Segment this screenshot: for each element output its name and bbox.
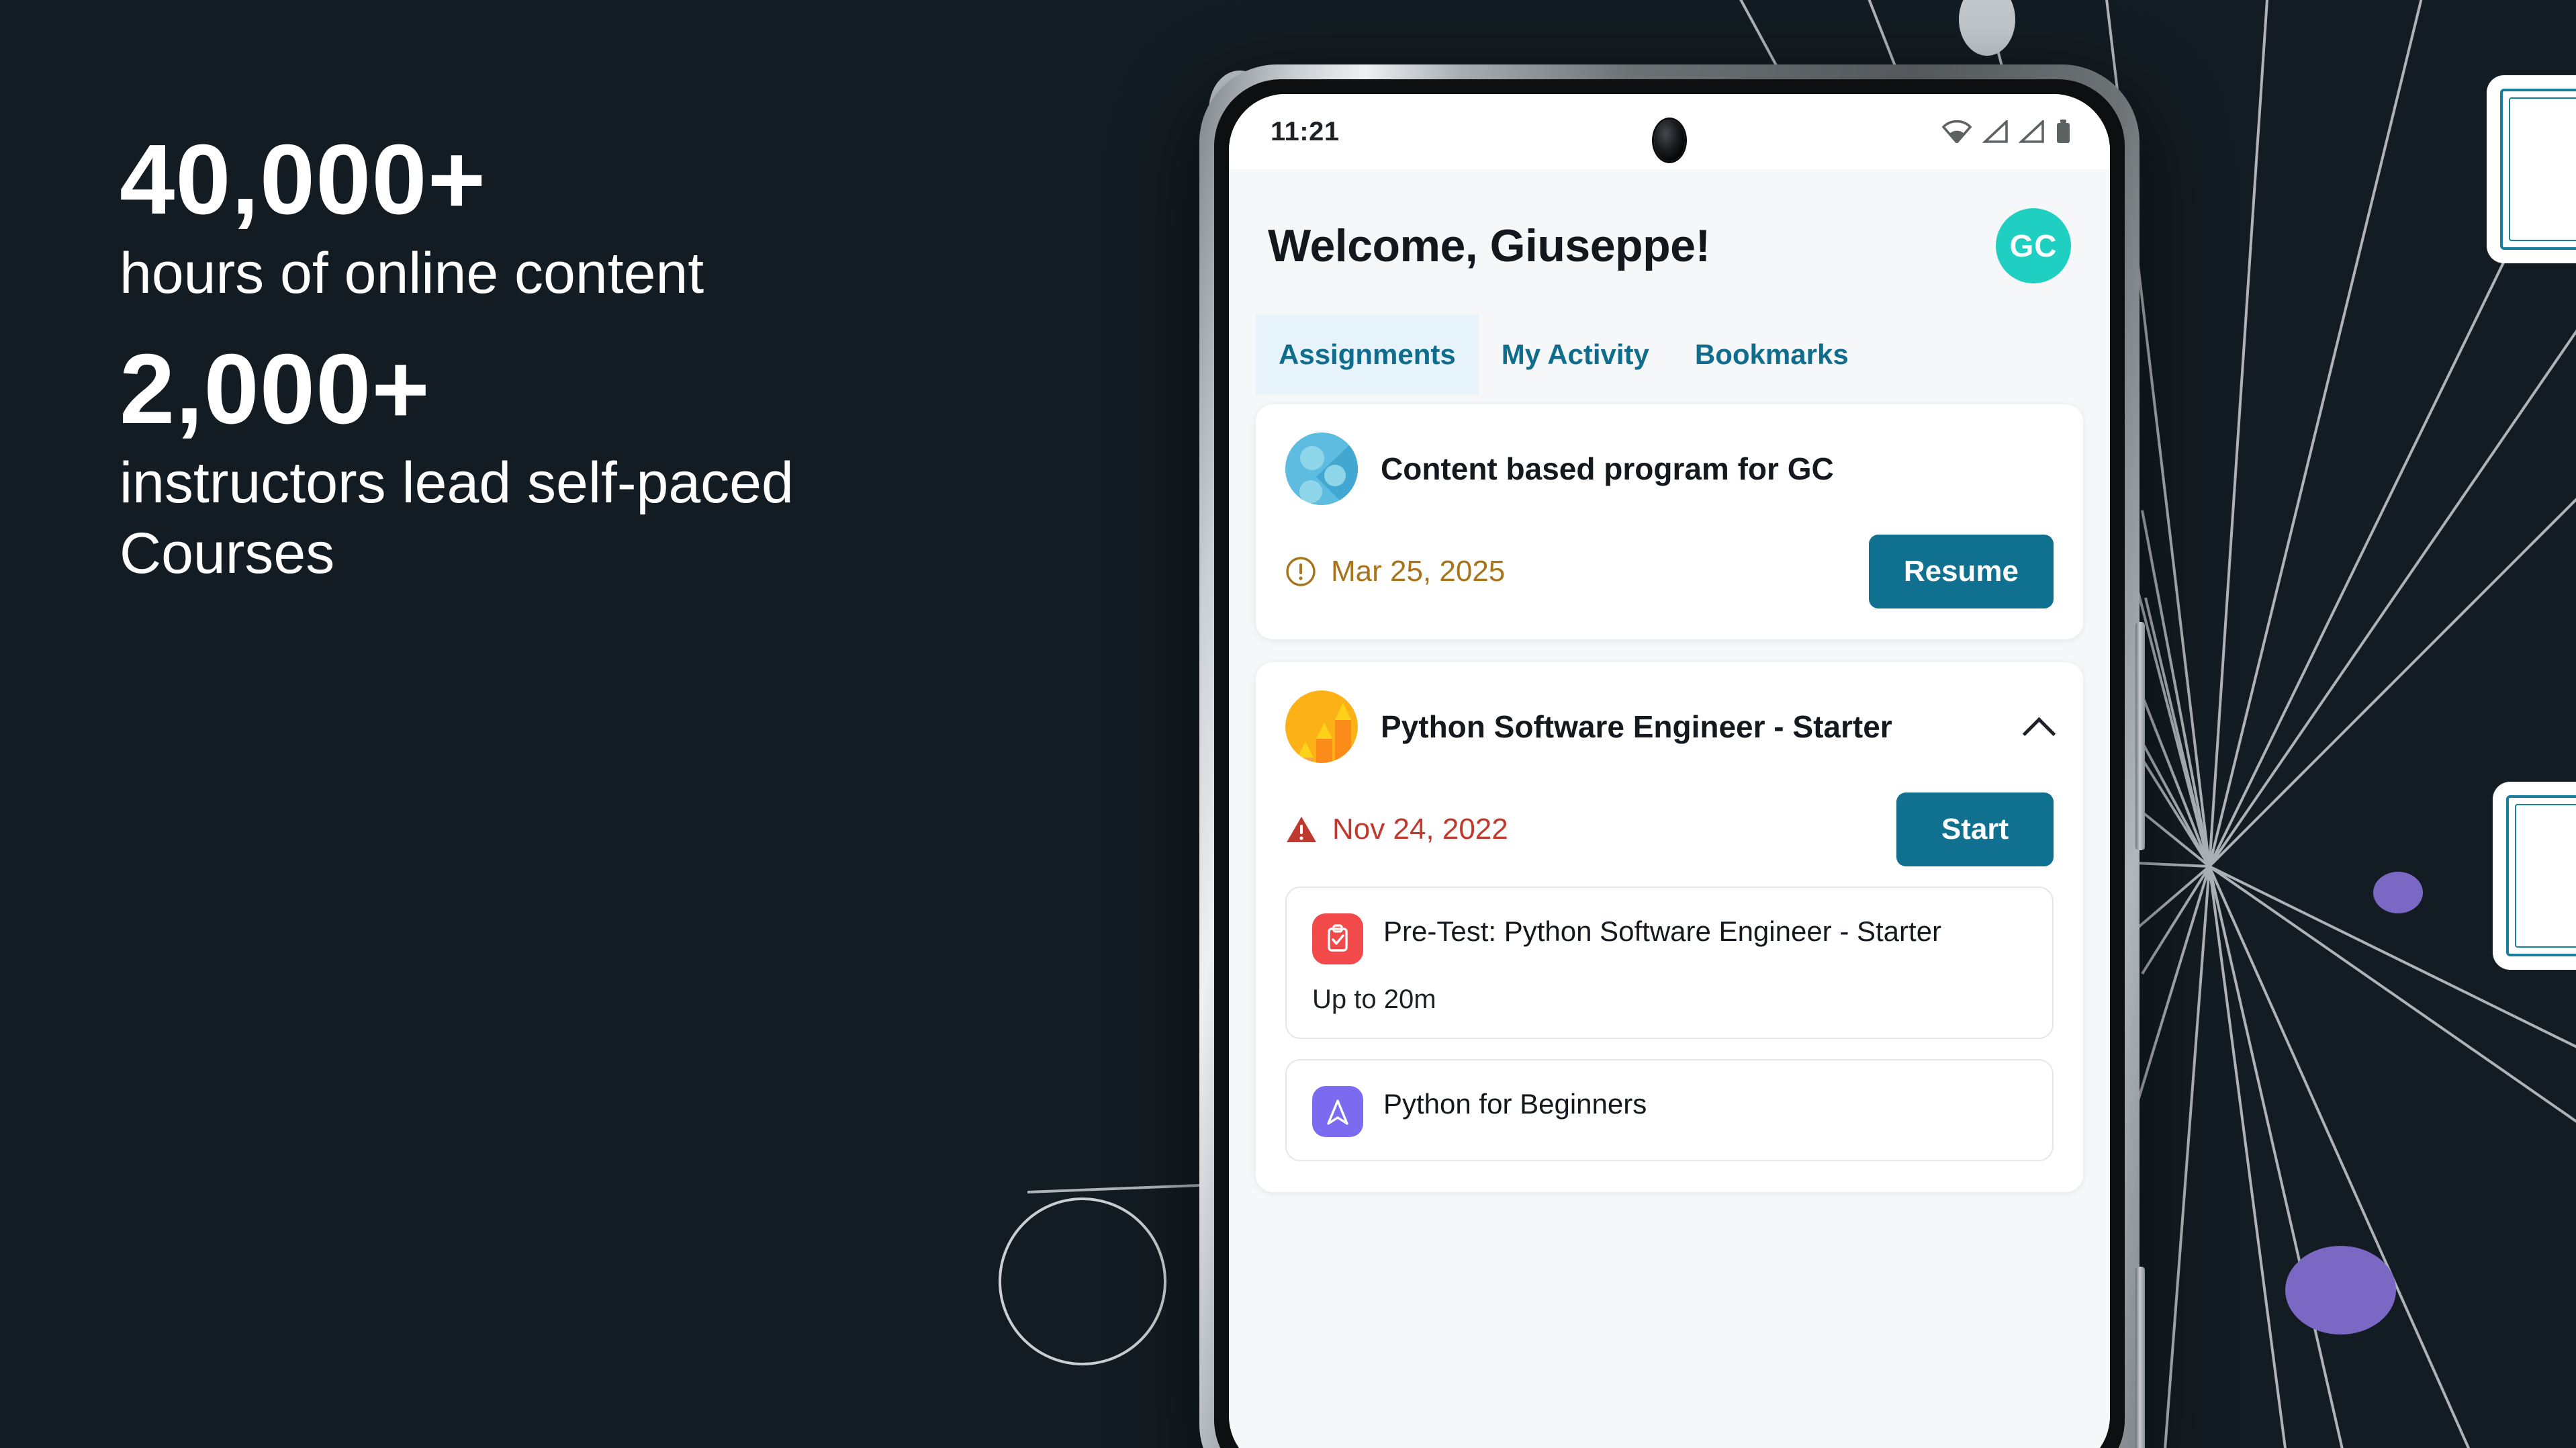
sub-activity-duration: Up to 20m (1312, 985, 1436, 1014)
app-content: Welcome, Giuseppe! GC Assignments My Act… (1229, 169, 2110, 1448)
marketing-copy: 40,000+ hours of online content 2,000+ i… (120, 124, 959, 617)
tab-bookmarks[interactable]: Bookmarks (1672, 314, 1872, 395)
chevron-up-icon[interactable] (2023, 711, 2054, 742)
navigation-arrow-icon (1312, 1086, 1363, 1137)
clipboard-check-icon (1312, 913, 1363, 964)
stat-block: 40,000+ hours of online content (120, 124, 959, 309)
page-title: Welcome, Giuseppe! (1268, 220, 1710, 271)
signal-icon (1982, 120, 2008, 143)
assignments-list: Content based program for GC Mar 25, 202… (1229, 404, 2110, 1192)
assignment-title: Python Software Engineer - Starter (1381, 709, 1892, 744)
alert-triangle-icon (1287, 817, 1316, 842)
status-bar-icons (1942, 120, 2071, 144)
sub-activity-header: Python for Beginners (1312, 1086, 2027, 1137)
decor-outline-circle (999, 1197, 1166, 1365)
status-bar-clock: 11:21 (1271, 116, 1340, 146)
alert-circle-icon (1286, 557, 1316, 586)
pencils-icon (1285, 690, 1358, 763)
stat-number: 2,000+ (120, 333, 430, 445)
decor-gray-circle (1959, 0, 2015, 56)
sub-activity-title: Python for Beginners (1383, 1088, 1647, 1120)
wifi-icon (1942, 120, 1972, 143)
tab-my-activity[interactable]: My Activity (1479, 314, 1672, 395)
sub-activity-item[interactable]: Pre-Test: Python Software Engineer - Sta… (1285, 887, 2054, 1039)
due-date-group: Nov 24, 2022 (1285, 813, 1508, 846)
due-date-group: Mar 25, 2025 (1285, 555, 1505, 588)
signal-icon (2019, 120, 2044, 143)
avatar[interactable]: GC (1996, 208, 2071, 283)
sub-activity-item[interactable]: Python for Beginners (1285, 1059, 2054, 1161)
app-header: Welcome, Giuseppe! GC (1229, 169, 2110, 283)
assignment-card[interactable]: Content based program for GC Mar 25, 202… (1256, 404, 2083, 639)
stat-number: 40,000+ (120, 124, 487, 235)
volume-down-button[interactable] (2135, 1267, 2145, 1448)
assignment-card-header: Python Software Engineer - Starter (1285, 690, 2054, 763)
due-date-text: Nov 24, 2022 (1332, 813, 1508, 846)
stat-description: instructors lead self-paced Courses (120, 450, 794, 586)
decor-purple-circle (2373, 872, 2423, 913)
screenshot-root: 40,000+ hours of online content 2,000+ i… (0, 0, 2576, 1448)
program-bubbles-icon (1285, 433, 1358, 505)
phone-mockup: 11:21 Welcome, Giuseppe! GC Assignments … (1199, 64, 2145, 1448)
stat-description: hours of online content (120, 240, 704, 306)
start-button[interactable]: Start (1896, 793, 2054, 866)
due-date-text: Mar 25, 2025 (1331, 555, 1506, 588)
phone-screen: 11:21 Welcome, Giuseppe! GC Assignments … (1229, 94, 2110, 1448)
battery-icon (2057, 120, 2070, 143)
tab-assignments[interactable]: Assignments (1256, 314, 1479, 395)
assignment-title: Content based program for GC (1381, 451, 1834, 486)
tab-bar: Assignments My Activity Bookmarks (1229, 314, 2110, 395)
decor-purple-circle (2285, 1246, 2396, 1334)
volume-up-button[interactable] (2135, 622, 2145, 850)
assignment-card-footer: Mar 25, 2025 Resume (1285, 535, 2054, 608)
assignment-card[interactable]: Python Software Engineer - Starter Nov 2… (1256, 662, 2083, 1192)
stat-block: 2,000+ instructors lead self-paced Cours… (120, 333, 959, 589)
assignment-card-footer: Nov 24, 2022 Start (1285, 793, 2054, 866)
resume-button[interactable]: Resume (1868, 535, 2054, 608)
certificate-card (2493, 782, 2576, 970)
sub-activity-header: Pre-Test: Python Software Engineer - Sta… (1312, 913, 2027, 964)
front-camera-icon (1654, 120, 1685, 161)
certificate-card (2487, 75, 2576, 263)
assignment-card-header: Content based program for GC (1285, 433, 2054, 505)
sub-activity-title: Pre-Test: Python Software Engineer - Sta… (1383, 915, 1942, 947)
